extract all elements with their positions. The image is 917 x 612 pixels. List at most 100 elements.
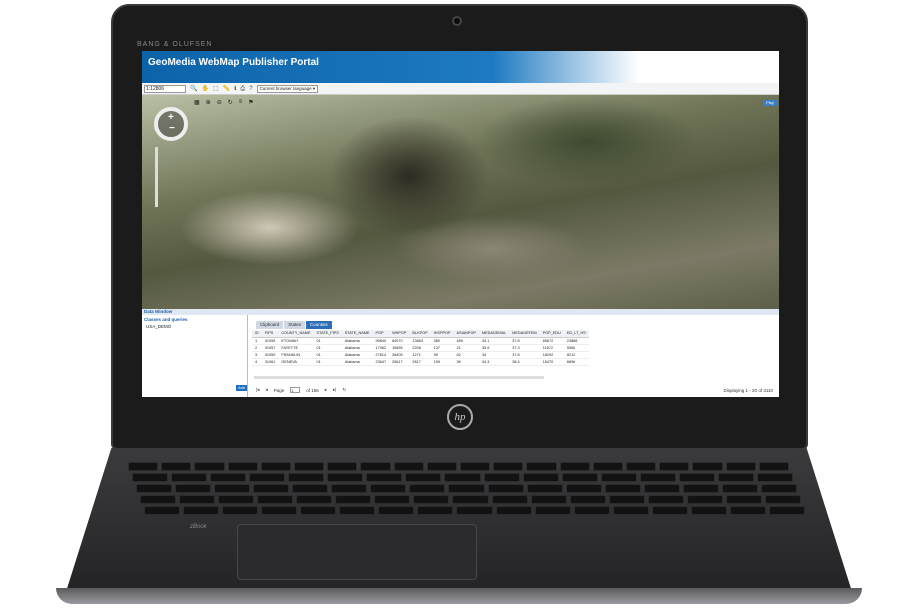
column-header[interactable]: BLKPOP bbox=[409, 330, 431, 338]
table-cell: 34.3 bbox=[478, 358, 510, 366]
last-page-icon[interactable]: ▸| bbox=[333, 387, 336, 393]
keyboard-key bbox=[331, 484, 368, 493]
rotate-icon[interactable]: ↻ bbox=[228, 99, 233, 106]
keyboard-key bbox=[366, 473, 403, 482]
tab-clipboard[interactable]: Clipboard bbox=[256, 321, 284, 329]
tree-item-usa-demo[interactable]: USA_DEMO bbox=[142, 324, 247, 329]
keyboard-key bbox=[452, 495, 489, 504]
keyboard-key bbox=[161, 462, 192, 471]
first-page-icon[interactable]: |◂ bbox=[256, 387, 259, 393]
map-view[interactable]: ▦ ⊕ ⊖ ↻ ≡ ⚑ + − Play bbox=[142, 95, 779, 309]
refresh-icon[interactable]: ↻ bbox=[342, 387, 346, 393]
keyboard bbox=[128, 462, 805, 515]
horizontal-scrollbar[interactable] bbox=[254, 376, 544, 379]
keyboard-key bbox=[140, 495, 177, 504]
column-header[interactable]: STATE_FIPS bbox=[313, 330, 342, 338]
table-cell: 34.1 bbox=[478, 337, 510, 345]
next-page-icon[interactable]: ▸ bbox=[325, 387, 327, 393]
zoom-out-button[interactable]: − bbox=[169, 123, 175, 134]
language-select[interactable]: Current browser language ▾ bbox=[256, 84, 319, 93]
table-cell: 11672 bbox=[539, 344, 564, 352]
table-cell: FRANKLIN bbox=[278, 351, 314, 359]
table-row[interactable]: 1 01055 ETOWAH 01 Alabama 99840 84970 13863 380 4… bbox=[252, 337, 589, 345]
info-icon[interactable]: ℹ bbox=[234, 85, 236, 93]
keyboard-key bbox=[210, 473, 247, 482]
keyboard-key bbox=[717, 473, 754, 482]
keyboard-key bbox=[760, 484, 797, 493]
zoom-in-button[interactable]: + bbox=[168, 112, 174, 123]
add-button[interactable]: Add bbox=[236, 385, 247, 391]
keyboard-key bbox=[534, 506, 571, 515]
column-header[interactable]: MEDAGEFEM bbox=[509, 330, 540, 338]
measure-icon[interactable]: 📏 bbox=[223, 85, 230, 93]
table-cell: Alabama bbox=[341, 358, 373, 366]
keyboard-key bbox=[600, 473, 637, 482]
zoom-out-icon[interactable]: ⊖ bbox=[217, 99, 222, 106]
navigation-compass[interactable]: + − bbox=[154, 107, 188, 141]
tab-counties[interactable]: Counties bbox=[306, 321, 332, 329]
keyboard-key bbox=[487, 484, 524, 493]
data-table: ID FIPS COUNTY_NAME STATE_FIPS STATE_NAME POP… bbox=[252, 330, 589, 366]
keyboard-key bbox=[260, 462, 291, 471]
laptop-front-edge bbox=[56, 588, 862, 604]
zoom-icon[interactable]: 🔍 bbox=[190, 85, 197, 93]
print-icon[interactable]: ⎙ bbox=[240, 85, 245, 93]
table-cell: 01055 bbox=[261, 337, 279, 345]
column-header[interactable]: POP_EDU bbox=[539, 330, 564, 338]
column-header[interactable]: STATE_NAME bbox=[341, 330, 373, 338]
column-header[interactable]: FIPS bbox=[261, 330, 279, 338]
keyboard-key bbox=[136, 484, 173, 493]
column-header[interactable]: WHPOP bbox=[389, 330, 410, 338]
brand-label: BANG & OLUFSEN bbox=[137, 41, 213, 48]
keyboard-key bbox=[413, 495, 450, 504]
play-button[interactable]: Play bbox=[763, 100, 777, 106]
pan-icon[interactable]: ✋ bbox=[201, 85, 208, 93]
table-row[interactable]: 4 01061 GENEVA 01 Alabama 23647 20617 2817 159 36… bbox=[252, 358, 589, 366]
page-count: of 156 bbox=[306, 387, 319, 393]
keyboard-key bbox=[647, 495, 684, 504]
column-header[interactable]: ASIANPOP bbox=[453, 330, 479, 338]
table-cell: Alabama bbox=[341, 337, 373, 345]
table-cell: 62 bbox=[453, 351, 479, 359]
table-row[interactable]: 3 01059 FRANKLIN 01 Alabama 27814 26405 1271 95 6… bbox=[252, 351, 589, 359]
zoom-in-icon[interactable]: ⊕ bbox=[206, 99, 211, 106]
keyboard-key bbox=[444, 473, 481, 482]
table-cell: 4 bbox=[252, 358, 262, 366]
table-cell: 01061 bbox=[261, 358, 279, 366]
table-cell: 27814 bbox=[372, 351, 390, 359]
table-row[interactable]: 2 01057 FAYETTE 01 Alabama 17962 15655 2206 137 2… bbox=[252, 344, 589, 352]
column-header[interactable]: MEDAGEMAL bbox=[478, 330, 510, 338]
table-cell: 18292 bbox=[539, 351, 564, 359]
prev-page-icon[interactable]: ◂ bbox=[265, 387, 267, 393]
table-cell: 2 bbox=[252, 344, 262, 352]
column-header[interactable]: HISPPOP bbox=[430, 330, 454, 338]
tab-states[interactable]: States bbox=[284, 321, 306, 329]
page-input[interactable]: 1 bbox=[290, 387, 301, 393]
keyboard-key bbox=[495, 506, 532, 515]
keyboard-key bbox=[690, 506, 727, 515]
table-cell: 1 bbox=[252, 337, 262, 345]
keyboard-key bbox=[659, 462, 690, 471]
column-header[interactable]: ID bbox=[252, 330, 262, 338]
zbook-label: zBook bbox=[190, 524, 207, 530]
table-cell: 01059 bbox=[261, 351, 279, 359]
keyboard-key bbox=[756, 473, 793, 482]
keyboard-key bbox=[592, 462, 623, 471]
table-cell: 6896 bbox=[563, 358, 589, 366]
column-header[interactable]: POP bbox=[372, 330, 390, 338]
select-icon[interactable]: ⬚ bbox=[213, 85, 219, 93]
table-cell: 01 bbox=[313, 337, 342, 345]
column-header[interactable]: ED_LT_HS bbox=[563, 330, 589, 338]
keyboard-key bbox=[608, 495, 645, 504]
layers-icon[interactable]: ≡ bbox=[239, 99, 243, 106]
keyboard-key bbox=[569, 495, 606, 504]
pin-icon[interactable]: ⚑ bbox=[248, 99, 253, 106]
zoom-slider[interactable] bbox=[155, 147, 158, 207]
grid-icon[interactable]: ▦ bbox=[194, 99, 200, 106]
help-icon[interactable]: ? bbox=[249, 85, 252, 93]
keyboard-key bbox=[261, 506, 298, 515]
column-header[interactable]: COUNTY_NAME bbox=[278, 330, 314, 338]
scale-input[interactable]: 1:12806 bbox=[144, 84, 186, 93]
keyboard-key bbox=[327, 473, 364, 482]
table-cell: 3 bbox=[252, 351, 262, 359]
